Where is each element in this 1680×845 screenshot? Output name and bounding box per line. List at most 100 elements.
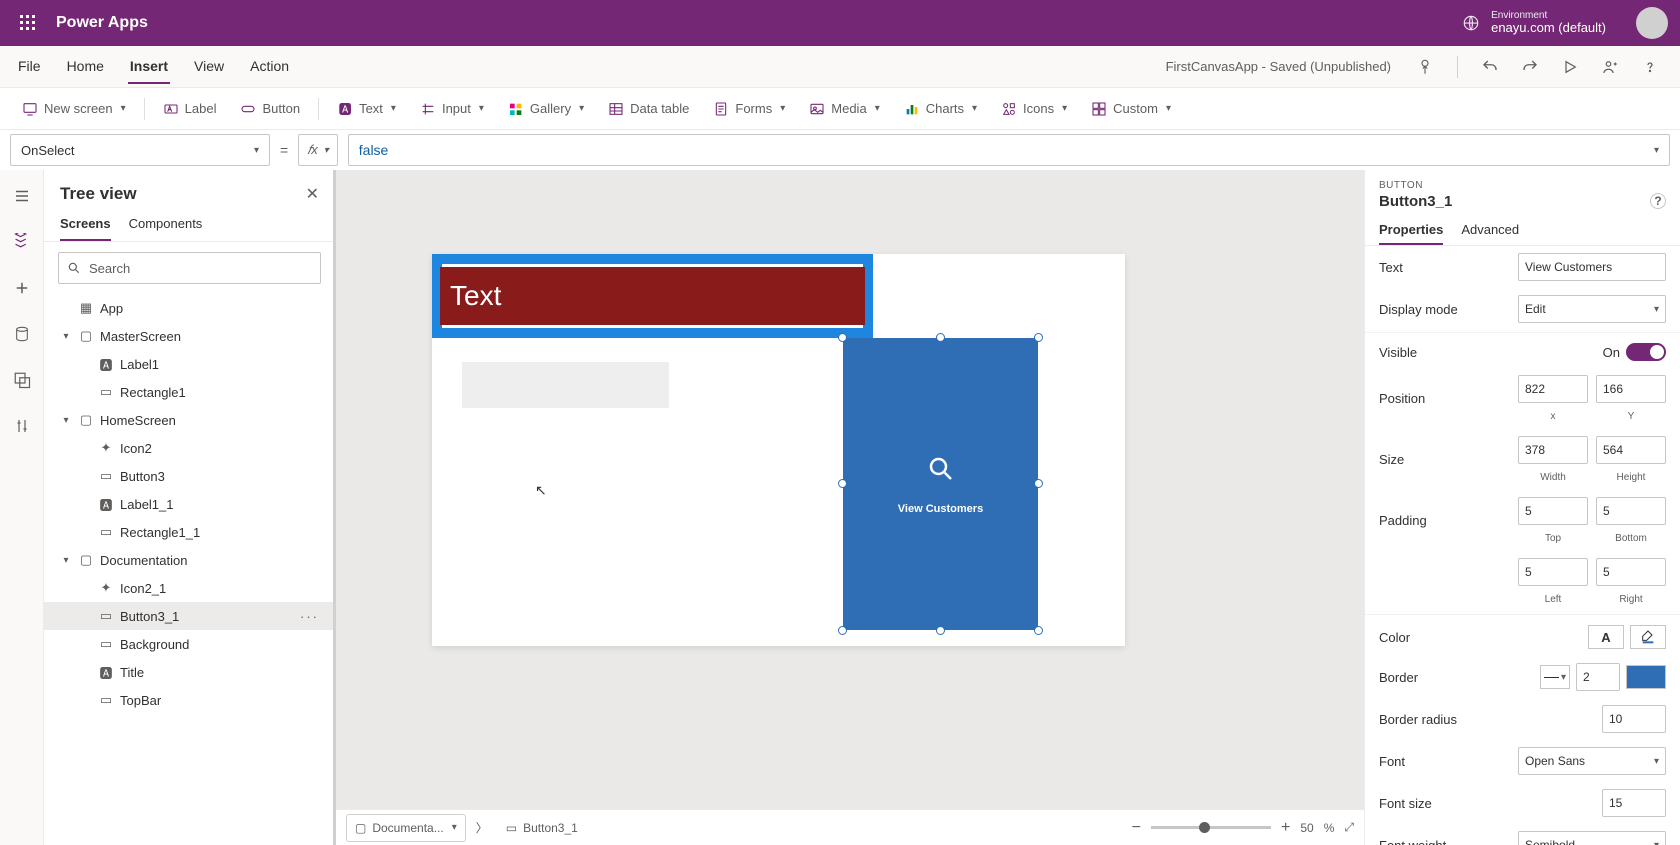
prop-size-w-input[interactable]: 378 (1518, 436, 1588, 464)
breadcrumb-screen[interactable]: ▢ Documenta... ▾ (346, 814, 466, 842)
prop-font-color[interactable]: A (1588, 625, 1624, 649)
tree-view-icon[interactable] (6, 226, 38, 258)
fx-button[interactable]: 𝑓x▾ (298, 134, 338, 166)
canvas-label-control[interactable]: Text (432, 254, 873, 338)
insert-charts-dropdown[interactable]: Charts▾ (894, 95, 987, 123)
tab-file[interactable]: File (16, 50, 43, 84)
new-screen-button[interactable]: New screen▾ (12, 95, 136, 123)
tree-tab-screens[interactable]: Screens (60, 216, 111, 241)
play-icon[interactable] (1556, 53, 1584, 81)
tree-topbar[interactable]: ▭TopBar (44, 686, 335, 714)
prop-position-x-input[interactable]: 822 (1518, 375, 1588, 403)
button-icon: ▭ (506, 821, 517, 835)
insert-media-dropdown[interactable]: Media▾ (799, 95, 889, 123)
zoom-slider[interactable] (1151, 826, 1271, 829)
resize-handle-nw[interactable] (838, 333, 847, 342)
resize-handle-s[interactable] (936, 626, 945, 635)
tab-view[interactable]: View (192, 50, 226, 84)
zoom-out-button[interactable]: − (1132, 819, 1141, 837)
property-selector[interactable]: OnSelect ▾ (10, 134, 270, 166)
canvas[interactable]: Text View Customers ↖ ▢ Docum (336, 170, 1364, 845)
undo-icon[interactable] (1476, 53, 1504, 81)
tab-home[interactable]: Home (65, 50, 106, 84)
media-panel-icon[interactable] (6, 364, 38, 396)
insert-icons-dropdown[interactable]: Icons▾ (991, 95, 1077, 123)
tree-background[interactable]: ▭Background (44, 630, 335, 658)
insert-forms-dropdown[interactable]: Forms▾ (703, 95, 795, 123)
resize-handle-sw[interactable] (838, 626, 847, 635)
breadcrumb-element[interactable]: ▭ Button3_1 (498, 814, 586, 842)
ribbon: New screen▾ Label Button 🅰Text▾ Input▾ G… (0, 88, 1680, 130)
insert-text-dropdown[interactable]: 🅰Text▾ (327, 95, 406, 123)
redo-icon[interactable] (1516, 53, 1544, 81)
tree-app[interactable]: ▦App (44, 294, 335, 322)
data-icon[interactable] (6, 318, 38, 350)
tab-insert[interactable]: Insert (128, 50, 170, 84)
tree-rectangle1_1[interactable]: ▭Rectangle1_1 (44, 518, 335, 546)
resize-handle-se[interactable] (1034, 626, 1043, 635)
tree-label1_1[interactable]: 🅰Label1_1 (44, 490, 335, 518)
insert-custom-dropdown[interactable]: Custom▾ (1081, 95, 1181, 123)
prop-displaymode-select[interactable]: Edit▾ (1518, 295, 1666, 323)
hamburger-icon[interactable] (6, 180, 38, 212)
avatar[interactable] (1636, 7, 1668, 39)
tree-button3_1[interactable]: ▭Button3_1··· (44, 602, 335, 630)
insert-label-button[interactable]: Label (153, 95, 227, 123)
tree-icon2_1[interactable]: ✦Icon2_1 (44, 574, 335, 602)
formula-input[interactable]: false ▾ (348, 134, 1670, 166)
insert-gallery-dropdown[interactable]: Gallery▾ (498, 95, 594, 123)
add-icon[interactable] (6, 272, 38, 304)
more-icon[interactable]: ··· (300, 609, 325, 624)
tree-button3[interactable]: ▭Button3 (44, 462, 335, 490)
environment-switcher[interactable]: Environment enayu.com (default) (1459, 10, 1606, 35)
canvas-grey-shape[interactable] (462, 362, 669, 408)
search-input[interactable]: Search (58, 252, 321, 284)
fit-screen-icon[interactable]: ⤢ (1344, 820, 1354, 835)
prop-visible-toggle[interactable] (1626, 343, 1666, 361)
props-tab-advanced[interactable]: Advanced (1461, 216, 1519, 245)
prop-border-style[interactable]: ▾ (1540, 665, 1570, 689)
advanced-tools-icon[interactable] (6, 410, 38, 442)
close-icon[interactable]: ✕ (306, 184, 319, 204)
prop-fontweight-select[interactable]: Semibold▾ (1518, 831, 1666, 845)
waffle-icon[interactable] (12, 7, 44, 39)
tab-action[interactable]: Action (248, 50, 291, 84)
prop-pad-bottom[interactable]: 5 (1596, 497, 1666, 525)
resize-handle-ne[interactable] (1034, 333, 1043, 342)
prop-pad-right[interactable]: 5 (1596, 558, 1666, 586)
prop-fill-color[interactable] (1630, 625, 1666, 649)
prop-fontsize-input[interactable]: 15 (1602, 789, 1666, 817)
share-icon[interactable] (1596, 53, 1624, 81)
tree-icon2[interactable]: ✦Icon2 (44, 434, 335, 462)
tree-homescreen[interactable]: ▾▢HomeScreen (44, 406, 335, 434)
canvas-screen[interactable]: Text View Customers ↖ (432, 254, 1125, 646)
help-icon[interactable] (1636, 53, 1664, 81)
tree-title[interactable]: 🅰Title (44, 658, 335, 686)
prop-size-h-input[interactable]: 564 (1596, 436, 1666, 464)
prop-text-input[interactable]: View Customers (1518, 253, 1666, 281)
tree-documentation[interactable]: ▾▢Documentation (44, 546, 335, 574)
input-icon (420, 101, 436, 117)
prop-pad-left[interactable]: 5 (1518, 558, 1588, 586)
tree-masterscreen[interactable]: ▾▢MasterScreen (44, 322, 335, 350)
canvas-button3_1[interactable]: View Customers (843, 338, 1038, 630)
tree-tab-components[interactable]: Components (129, 216, 203, 241)
health-icon[interactable] (1411, 53, 1439, 81)
help-icon[interactable]: ? (1650, 193, 1666, 209)
insert-button-button[interactable]: Button (230, 95, 310, 123)
props-tab-properties[interactable]: Properties (1379, 216, 1443, 245)
tree-label1[interactable]: 🅰Label1 (44, 350, 335, 378)
prop-border-width[interactable]: 2 (1576, 663, 1620, 691)
insert-datatable-button[interactable]: Data table (598, 95, 699, 123)
zoom-in-button[interactable]: + (1281, 819, 1290, 837)
prop-position-y-input[interactable]: 166 (1596, 375, 1666, 403)
resize-handle-w[interactable] (838, 479, 847, 488)
resize-handle-n[interactable] (936, 333, 945, 342)
prop-pad-top[interactable]: 5 (1518, 497, 1588, 525)
prop-border-radius-input[interactable]: 10 (1602, 705, 1666, 733)
insert-input-dropdown[interactable]: Input▾ (410, 95, 494, 123)
prop-border-color[interactable] (1626, 665, 1666, 689)
prop-font-select[interactable]: Open Sans▾ (1518, 747, 1666, 775)
tree-rectangle1[interactable]: ▭Rectangle1 (44, 378, 335, 406)
resize-handle-e[interactable] (1034, 479, 1043, 488)
